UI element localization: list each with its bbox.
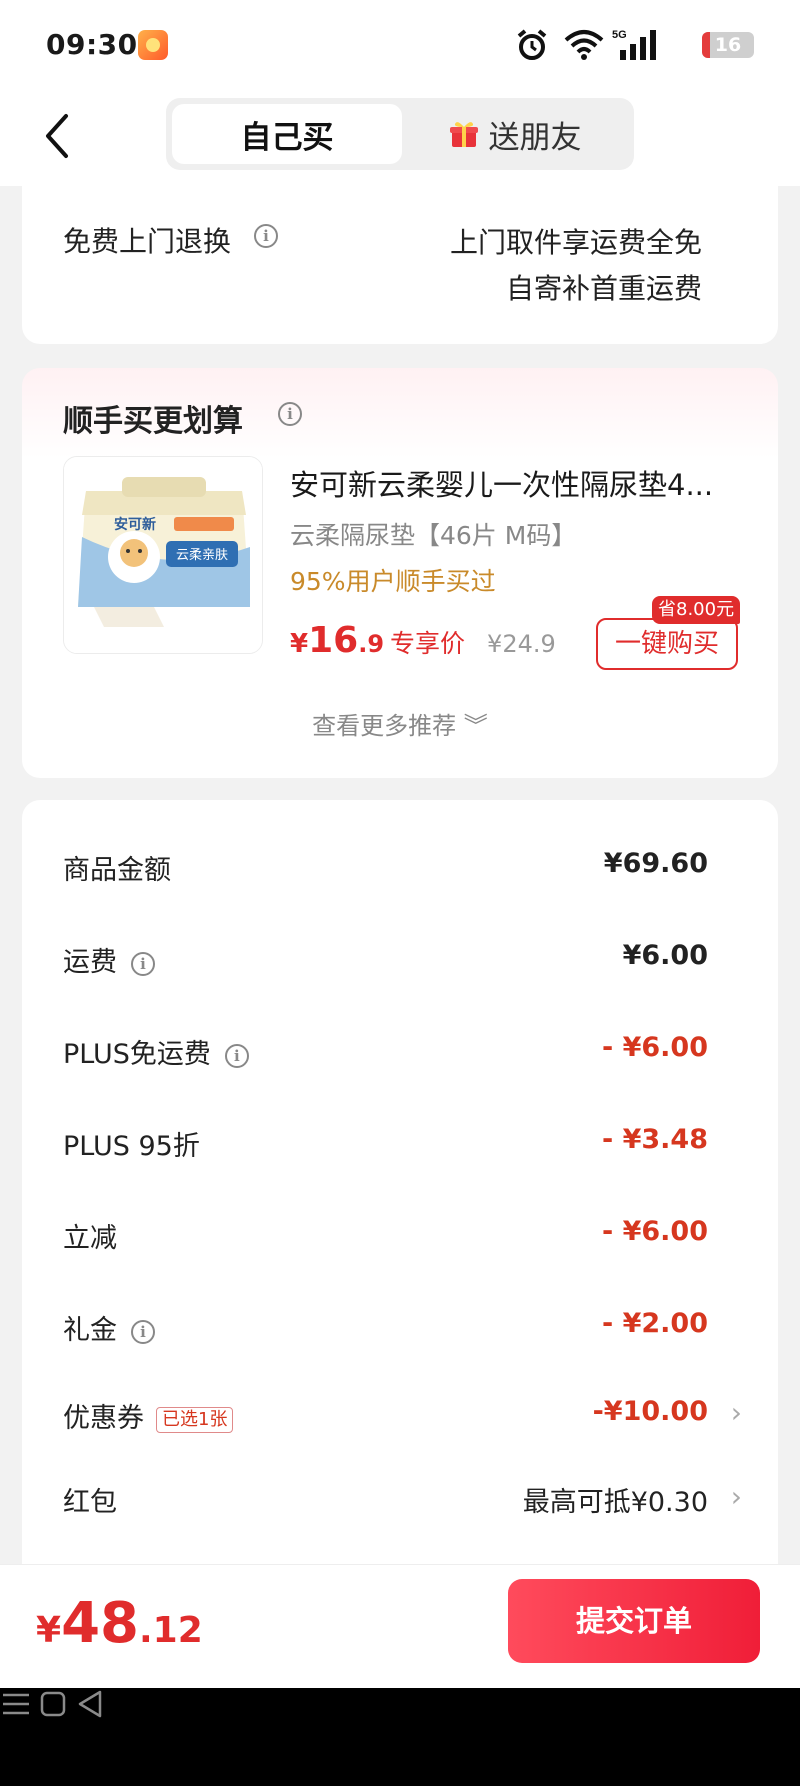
submit-order-button[interactable]: 提交订单: [508, 1579, 760, 1663]
summary-row-value: - ¥6.00: [601, 1032, 708, 1063]
summary-row-plus-discount: PLUS 95折 - ¥3.48: [63, 1124, 708, 1164]
back-nav-icon[interactable]: [74, 1688, 106, 1720]
return-info-icon[interactable]: i: [254, 224, 278, 248]
more-recommendations-link[interactable]: 查看更多推荐 ︾: [22, 706, 778, 741]
product-price: ¥16.9: [290, 620, 385, 661]
summary-row-plus-free-shipping: PLUS免运费 i - ¥6.00: [63, 1032, 708, 1072]
shipping-info-icon[interactable]: i: [131, 951, 155, 976]
order-total: ¥48.12: [36, 1591, 203, 1656]
summary-row-value: - ¥2.00: [601, 1308, 708, 1339]
summary-row-label: 礼金 i: [63, 1308, 155, 1347]
product-social-proof: 95%用户顺手买过: [290, 567, 496, 596]
return-service-line2: 自寄补首重运费: [505, 272, 702, 305]
summary-row-value: 最高可抵¥0.30: [522, 1487, 708, 1518]
summary-row-value: ¥69.60: [603, 848, 708, 879]
summary-row-label: PLUS免运费 i: [63, 1032, 249, 1071]
bundle-recommend-card: 顺手买更划算 i 云柔亲肤 安可新 安可新云柔婴儿一次性隔尿垫4... 云柔隔尿…: [22, 368, 778, 778]
gift-money-info-icon[interactable]: i: [131, 1319, 155, 1344]
alarm-icon: [517, 29, 547, 60]
product-spec: 云柔隔尿垫【46片 M码】: [290, 521, 577, 550]
bundle-info-icon[interactable]: i: [278, 402, 302, 426]
product-price-row: ¥16.9 专享价 ¥24.9: [290, 620, 556, 661]
summary-row-label: 运费 i: [63, 940, 155, 979]
chevron-right-icon: ›: [730, 1480, 742, 1513]
battery-level-text: 16: [714, 34, 742, 56]
coupon-selected-badge: 已选1张: [156, 1406, 234, 1433]
summary-row-gift-money: 礼金 i - ¥2.00: [63, 1308, 708, 1348]
gift-icon: [449, 122, 478, 147]
return-service-label: 免费上门退换: [63, 220, 231, 260]
system-nav-bar: [0, 1688, 800, 1786]
summary-row-instant-discount: 立减 - ¥6.00: [63, 1216, 708, 1256]
summary-row-label: 商品金额: [63, 855, 171, 886]
status-time: 09:30: [46, 28, 138, 61]
back-button[interactable]: [38, 110, 82, 162]
plus-shipping-info-icon[interactable]: i: [224, 1043, 249, 1068]
summary-row-value: -¥10.00: [592, 1396, 708, 1427]
one-click-buy-button[interactable]: 一键购买: [596, 618, 738, 670]
tab-self-buy-label: 自己买: [240, 119, 334, 156]
summary-row-value: - ¥3.48: [601, 1124, 708, 1155]
bundle-title: 顺手买更划算: [63, 404, 243, 439]
product-image-series: 云柔亲肤: [176, 548, 228, 563]
battery-indicator: 16: [702, 32, 754, 58]
chevron-right-icon: ›: [730, 1396, 742, 1429]
product-image-brand: 安可新: [114, 516, 156, 533]
diaper-pad-package-image: 云柔亲肤 安可新: [64, 457, 262, 653]
summary-row-value: ¥6.00: [622, 940, 708, 971]
return-service-card: 免费上门退换 上门取件享运费全免 自寄补首重运费: [22, 180, 778, 344]
tab-gift-friend[interactable]: 送朋友: [400, 104, 630, 164]
tab-self-buy[interactable]: 自己买: [172, 104, 402, 164]
exclusive-price-label: 专享价: [390, 629, 466, 658]
home-icon[interactable]: [37, 1688, 69, 1720]
return-service-detail: 上门取件享运费全免 自寄补首重运费: [450, 220, 702, 312]
app-notification-icon: [138, 30, 168, 60]
header: 自己买 送朋友: [0, 90, 800, 186]
wifi-icon: [564, 30, 604, 60]
checkout-bar: ¥48.12 提交订单: [0, 1564, 800, 1688]
summary-row-value: - ¥6.00: [601, 1216, 708, 1247]
original-price: ¥24.9: [487, 630, 556, 658]
summary-row-label: 红包: [63, 1487, 117, 1518]
summary-row-label: PLUS 95折: [63, 1131, 200, 1162]
summary-row-coupon[interactable]: 优惠券 已选1张 -¥10.00 ›: [63, 1396, 742, 1436]
summary-row-label: 立减: [63, 1223, 117, 1254]
product-name[interactable]: 安可新云柔婴儿一次性隔尿垫4...: [290, 462, 734, 504]
signal-icon: 5G: [612, 29, 656, 60]
return-service-line1: 上门取件享运费全免: [449, 226, 702, 259]
summary-row-subtotal: 商品金额 ¥69.60: [63, 848, 708, 888]
tab-gift-friend-label: 送朋友: [488, 119, 582, 156]
summary-row-shipping: 运费 i ¥6.00: [63, 940, 708, 980]
svg-text:5G: 5G: [612, 29, 627, 41]
price-summary-card: 商品金额 ¥69.60 运费 i ¥6.00 PLUS免运费 i - ¥6.00 P…: [22, 800, 778, 1600]
summary-row-label: 优惠券 已选1张: [63, 1396, 234, 1435]
return-service-text: 免费上门退换: [63, 225, 232, 258]
purchase-mode-switch: 自己买 送朋友: [166, 98, 634, 170]
summary-row-red-packet[interactable]: 红包 最高可抵¥0.30 ›: [63, 1480, 742, 1520]
save-badge: 省8.00元: [652, 596, 741, 624]
menu-icon[interactable]: [0, 1688, 32, 1720]
product-image[interactable]: 云柔亲肤 安可新: [63, 456, 263, 654]
status-bar: 09:30 5G 16: [0, 0, 800, 90]
